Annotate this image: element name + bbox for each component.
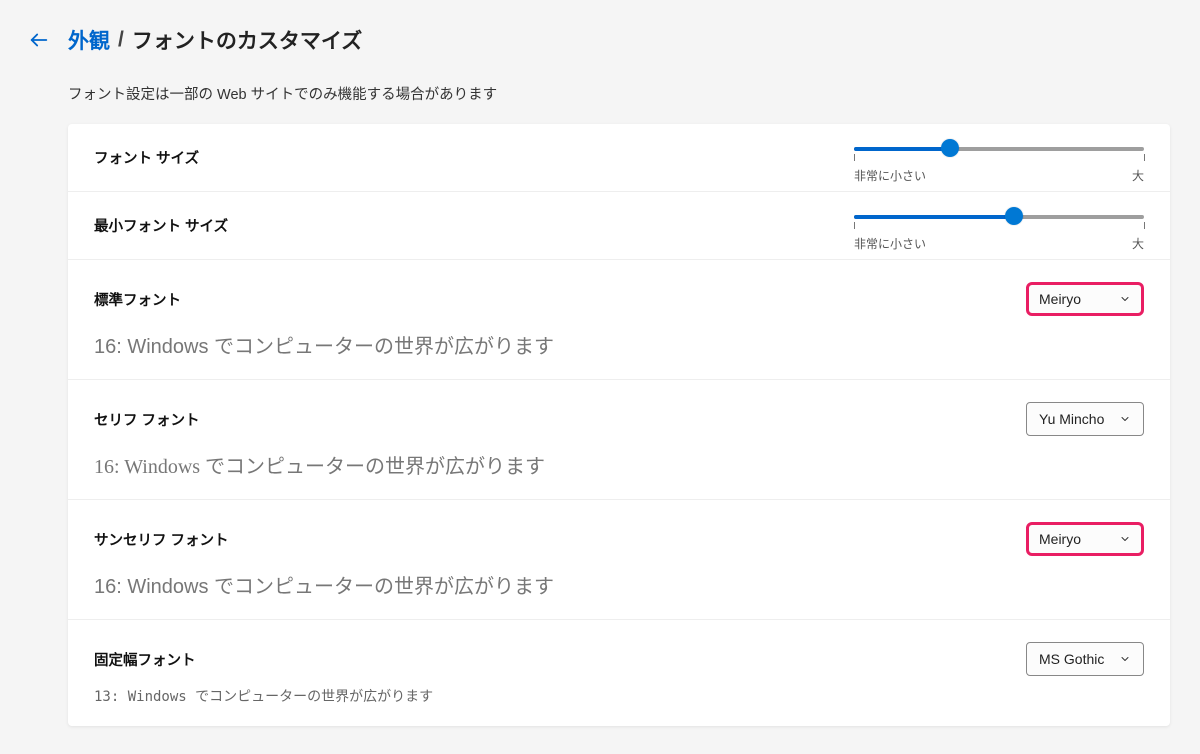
breadcrumb: 外観 / フォントのカスタマイズ: [68, 25, 362, 55]
min-font-size-row: 最小フォント サイズ 非常に小さい 大: [68, 192, 1170, 260]
serif-font-sample: 16: Windows でコンピューターの世界が広がります: [94, 450, 1144, 479]
breadcrumb-parent[interactable]: 外観: [68, 25, 110, 55]
settings-panel: フォント サイズ 非常に小さい 大 最小フォント サイズ: [68, 124, 1170, 726]
min-font-size-slider[interactable]: 非常に小さい 大: [854, 195, 1144, 257]
sans-font-sample: 16: Windows でコンピューターの世界が広がります: [94, 570, 1144, 599]
font-size-slider[interactable]: 非常に小さい 大: [854, 127, 1144, 189]
serif-font-row: セリフ フォント Yu Mincho 16: Windows でコンピューターの…: [68, 380, 1170, 500]
fixed-font-sample: 13: Windows でコンピューターの世界が広がります: [94, 686, 1144, 706]
serif-font-label: セリフ フォント: [94, 409, 200, 430]
breadcrumb-current: フォントのカスタマイズ: [132, 25, 362, 55]
sans-font-label: サンセリフ フォント: [94, 529, 229, 550]
slider-max-label: 大: [1132, 167, 1144, 184]
dropdown-value: Meiryo: [1039, 531, 1081, 547]
page-header: 外観 / フォントのカスタマイズ: [0, 25, 1200, 55]
standard-font-label: 標準フォント: [94, 289, 181, 310]
min-font-size-label: 最小フォント サイズ: [94, 215, 228, 236]
slider-min-label: 非常に小さい: [854, 235, 926, 252]
back-arrow-icon[interactable]: [28, 29, 50, 51]
dropdown-value: Yu Mincho: [1039, 411, 1104, 427]
chevron-down-icon: [1119, 293, 1131, 305]
chevron-down-icon: [1119, 533, 1131, 545]
dropdown-value: Meiryo: [1039, 291, 1081, 307]
dropdown-value: MS Gothic: [1039, 651, 1104, 667]
breadcrumb-separator: /: [118, 28, 124, 52]
sans-font-dropdown[interactable]: Meiryo: [1026, 522, 1144, 556]
standard-font-row: 標準フォント Meiryo 16: Windows でコンピューターの世界が広が…: [68, 260, 1170, 380]
font-size-label: フォント サイズ: [94, 147, 199, 168]
fixed-font-row: 固定幅フォント MS Gothic 13: Windows でコンピューターの世…: [68, 620, 1170, 726]
font-size-row: フォント サイズ 非常に小さい 大: [68, 124, 1170, 192]
chevron-down-icon: [1119, 653, 1131, 665]
slider-min-label: 非常に小さい: [854, 167, 926, 184]
standard-font-sample: 16: Windows でコンピューターの世界が広がります: [94, 330, 1144, 359]
slider-max-label: 大: [1132, 235, 1144, 252]
page-description: フォント設定は一部の Web サイトでのみ機能する場合があります: [0, 83, 1200, 104]
serif-font-dropdown[interactable]: Yu Mincho: [1026, 402, 1144, 436]
sans-font-row: サンセリフ フォント Meiryo 16: Windows でコンピューターの世…: [68, 500, 1170, 620]
fixed-font-label: 固定幅フォント: [94, 649, 196, 670]
chevron-down-icon: [1119, 413, 1131, 425]
fixed-font-dropdown[interactable]: MS Gothic: [1026, 642, 1144, 676]
standard-font-dropdown[interactable]: Meiryo: [1026, 282, 1144, 316]
